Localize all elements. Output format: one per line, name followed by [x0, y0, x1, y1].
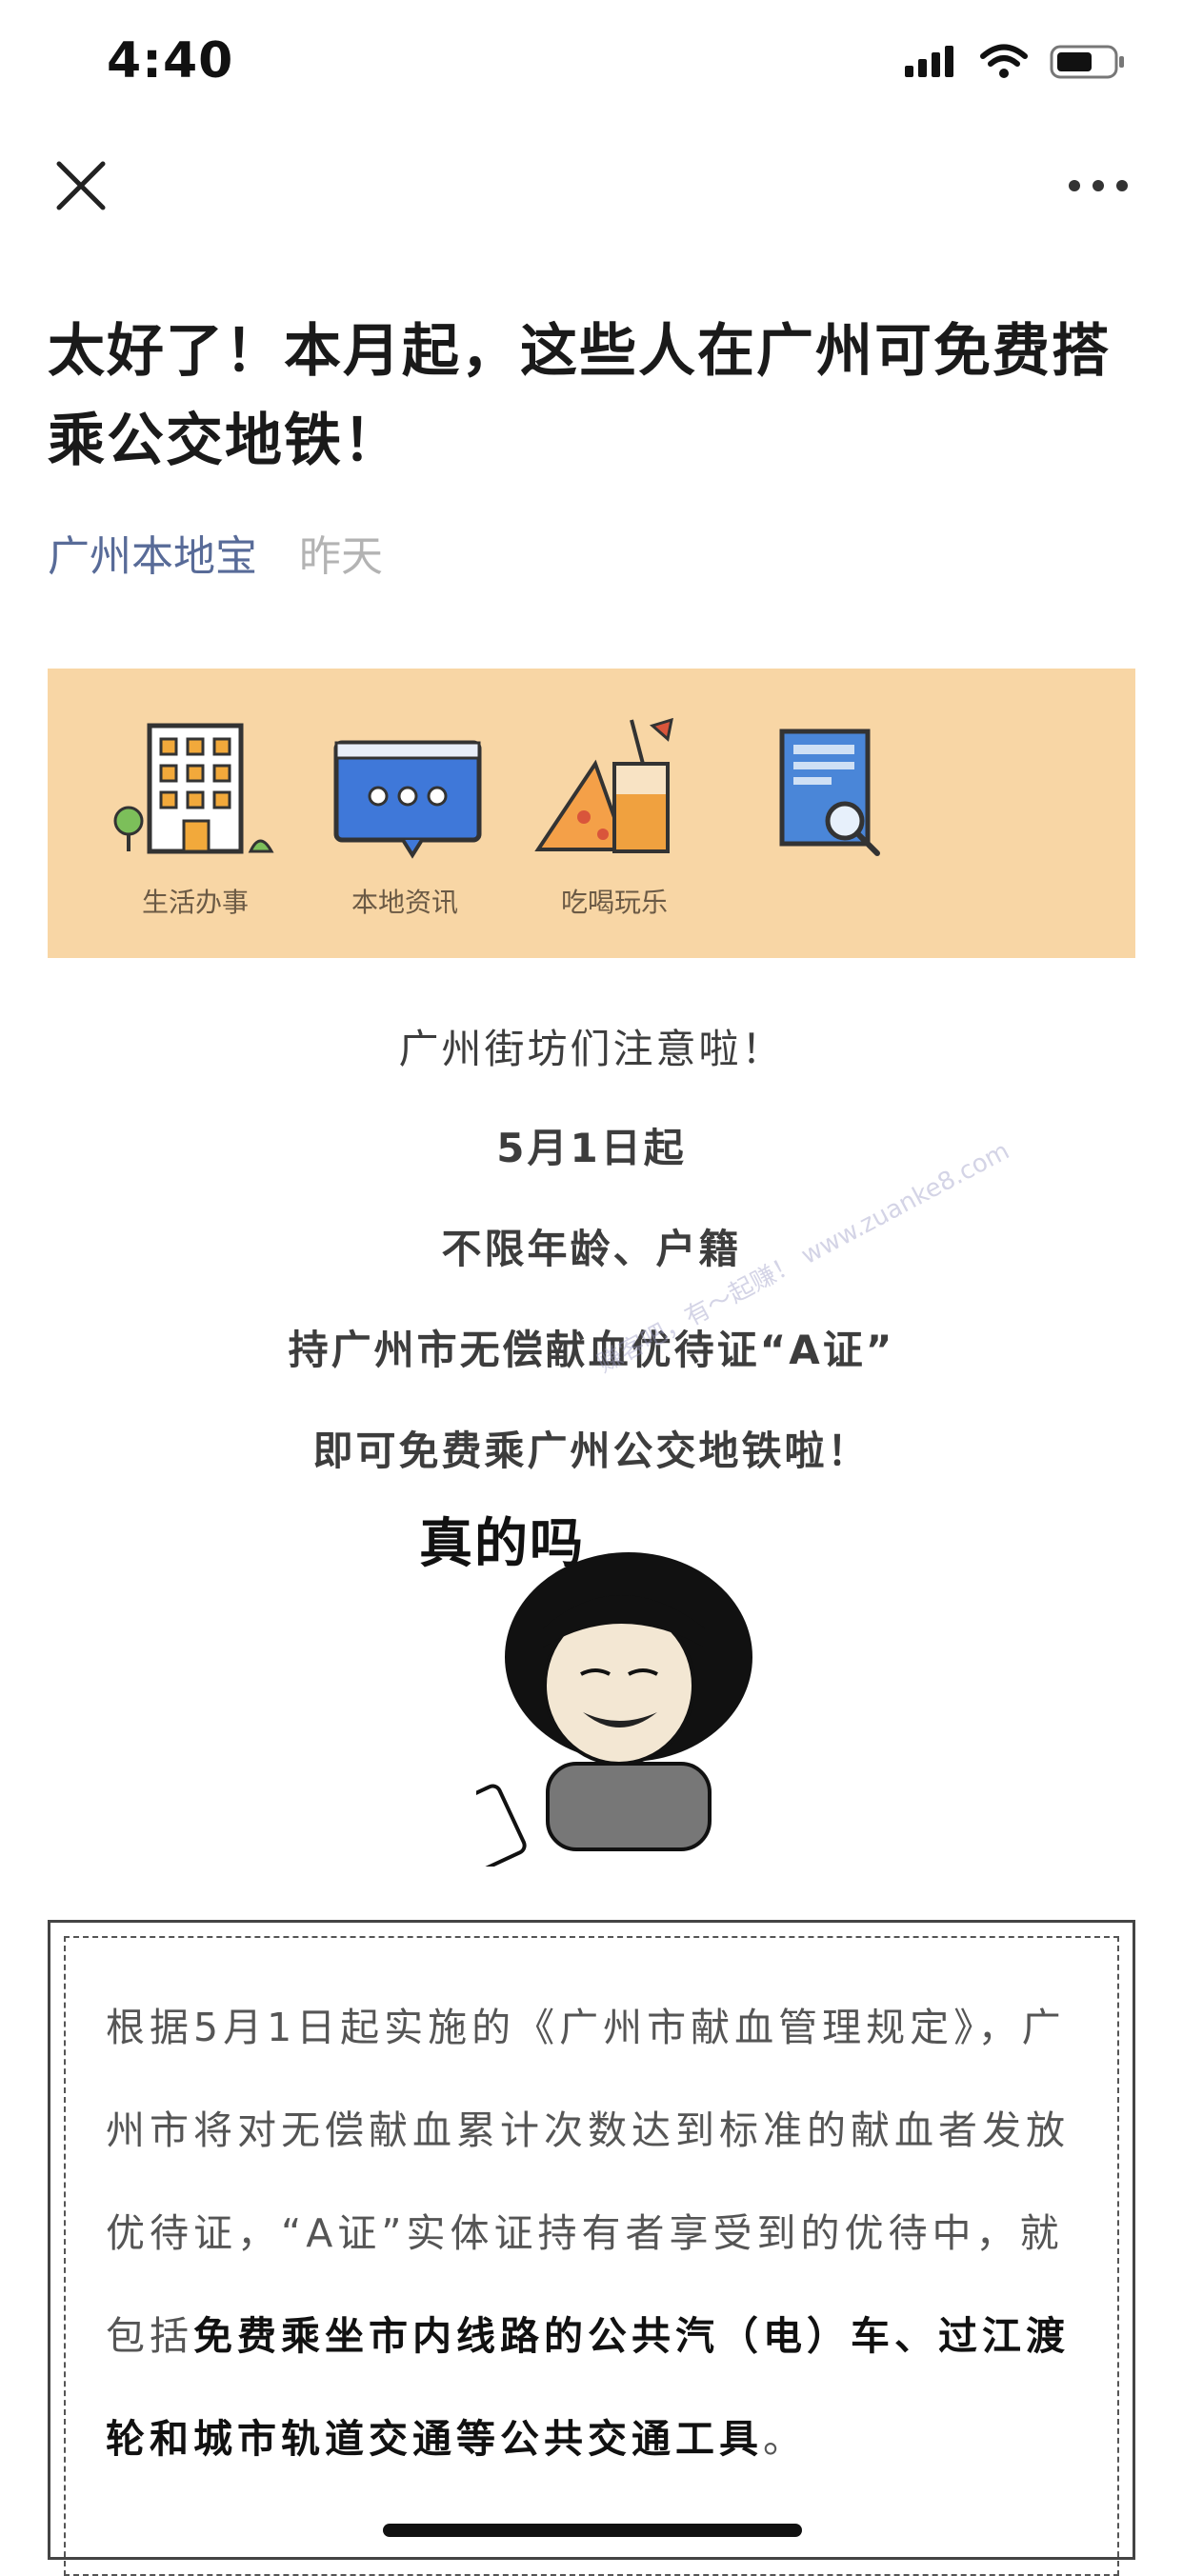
article-meta: 广州本地宝 昨天	[48, 522, 383, 583]
status-icons	[903, 44, 1126, 80]
banner-label-local-news: 本地资讯	[351, 887, 458, 918]
building-icon	[113, 723, 274, 854]
intro-line-2: 5月1日起	[496, 1125, 687, 1171]
quote-text: 根据5月1日起实施的《广州市献血管理规定》，广州市将对无偿献血累计次数达到标准的…	[106, 1976, 1077, 2490]
banner-item-food-fun[interactable]: 吃喝玩乐	[524, 717, 705, 920]
meme-illustration	[476, 1552, 752, 1867]
service-banner: 生活办事 本地资讯 吃喝玩乐	[48, 669, 1135, 958]
home-indicator[interactable]	[383, 2524, 802, 2537]
banner-item-document[interactable]	[733, 718, 914, 882]
nav-bar	[0, 143, 1183, 248]
close-icon[interactable]	[50, 154, 112, 217]
intro-line-4: 持广州市无偿献血优待证“A证”	[288, 1327, 895, 1373]
battery-icon	[1050, 45, 1124, 79]
chat-bubble-icon	[333, 740, 482, 859]
article-title: 太好了！本月起，这些人在广州可免费搭乘公交地铁！	[48, 318, 1111, 474]
quote-text-end: 。	[763, 2416, 807, 2462]
status-time: 4:40	[107, 32, 234, 90]
intro-line-1: 广州街坊们注意啦！	[398, 1026, 785, 1072]
drink-pizza-icon	[534, 717, 673, 853]
wifi-icon	[980, 44, 1028, 78]
author-link[interactable]: 广州本地宝	[48, 532, 257, 581]
quote-text-normal: 根据5月1日起实施的《广州市献血管理规定》，广州市将对无偿献血累计次数达到标准的…	[106, 2005, 1070, 2359]
quote-box: 根据5月1日起实施的《广州市献血管理规定》，广州市将对无偿献血累计次数达到标准的…	[48, 1920, 1135, 2576]
intro-line-3: 不限年龄、户籍	[441, 1226, 742, 1272]
more-icon[interactable]	[1065, 171, 1132, 200]
status-bar: 4:40	[0, 0, 1183, 133]
banner-label-food-fun: 吃喝玩乐	[560, 887, 668, 918]
document-search-icon	[779, 729, 880, 856]
intro-line-5: 即可免费乘广州公交地铁啦！	[312, 1428, 871, 1474]
quote-text-bold: 免费乘坐市内线路的公共汽（电）车、过江渡轮和城市轨道交通等公共交通工具	[106, 2313, 1070, 2462]
banner-label-life-services: 生活办事	[141, 887, 249, 918]
cellular-signal-icon	[905, 46, 953, 77]
publish-time: 昨天	[299, 532, 383, 581]
banner-item-local-news[interactable]: 本地资讯	[314, 718, 495, 920]
banner-item-life-services[interactable]: 生活办事	[105, 718, 286, 920]
